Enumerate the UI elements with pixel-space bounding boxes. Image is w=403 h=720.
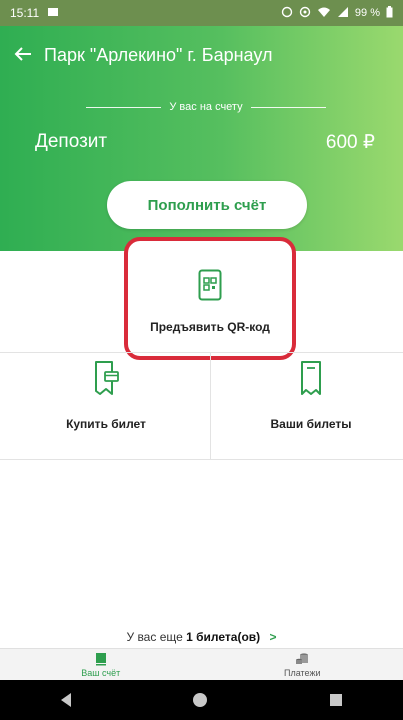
your-tickets-button[interactable]: Ваши билеты [211, 360, 403, 455]
bottom-nav: Ваш счёт Платежи [0, 648, 403, 681]
battery-icon [386, 5, 393, 21]
alarm-icon [281, 6, 293, 21]
divider-bottom [0, 459, 403, 460]
your-tickets-label: Ваши билеты [270, 417, 352, 431]
account-header: Парк "Арлекино" г. Барнаул У вас на счет… [0, 26, 403, 251]
wallet-icon [95, 652, 107, 668]
system-recents-icon[interactable] [329, 694, 342, 706]
deposit-row: Депозит 600 ₽ [35, 131, 375, 154]
back-arrow-icon[interactable] [14, 44, 32, 66]
qr-phone-icon [198, 269, 222, 306]
account-caption: У вас на счету [169, 101, 243, 113]
divider-left [86, 106, 162, 108]
battery-percent: 99 % [354, 7, 380, 19]
notification-icon [47, 6, 59, 20]
data-saver-icon [299, 6, 311, 21]
divider-top [0, 352, 403, 353]
page-title: Парк "Арлекино" г. Барнаул [44, 44, 273, 65]
tickets-left-count: 1 билета(ов) [186, 630, 261, 644]
status-bar: 15:11 99 % [0, 0, 403, 26]
divider-right [250, 106, 326, 108]
wifi-icon [317, 6, 331, 21]
chevron-right-icon: > [269, 630, 277, 644]
buy-ticket-button[interactable]: Купить билет [6, 360, 206, 455]
nav-label-payments: Платежи [283, 668, 321, 678]
deposit-label: Депозит [35, 131, 108, 152]
nav-item-account[interactable]: Ваш счёт [0, 649, 202, 681]
system-nav-bar [0, 680, 403, 720]
status-time: 15:11 [10, 6, 40, 20]
coins-icon [295, 652, 309, 668]
system-back-icon[interactable] [61, 693, 72, 707]
show-qr-label: Предъявить QR-код [150, 320, 270, 334]
ticket-icon [299, 360, 323, 403]
nav-item-payments[interactable]: Платежи [202, 649, 403, 681]
buy-ticket-label: Купить билет [66, 417, 146, 431]
tickets-left-link[interactable]: У вас еще 1 билета(ов) > [0, 630, 403, 644]
system-home-icon[interactable] [193, 693, 208, 707]
tickets-left-prefix: У вас еще [126, 630, 183, 644]
show-qr-button[interactable]: Предъявить QR-код [124, 237, 296, 360]
nav-label-account: Ваш счёт [81, 668, 121, 678]
buy-ticket-icon [92, 360, 120, 403]
account-caption-row: У вас на счету [86, 101, 326, 113]
topup-button[interactable]: Пополнить счёт [107, 181, 307, 229]
deposit-value: 600 ₽ [325, 132, 375, 153]
signal-icon [337, 6, 349, 21]
